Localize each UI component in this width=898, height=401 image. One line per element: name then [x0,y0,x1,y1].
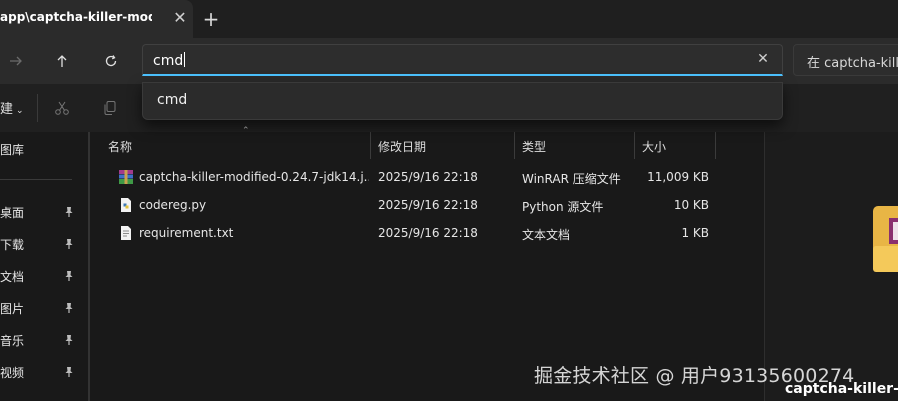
file-modified: 2025/9/16 22:18 [378,226,478,240]
arrow-up-icon[interactable] [48,48,76,74]
search-input[interactable]: 在 captcha-kille [793,44,898,76]
file-modified: 2025/9/16 22:18 [378,170,478,184]
pin-icon[interactable] [63,270,75,282]
tab-active[interactable]: app\captcha-killer-modifie ✕ [0,0,193,38]
table-row[interactable]: codereg.py 2025/9/16 22:18 Python 源文件 10… [101,192,764,220]
column-header-label: 名称 [108,140,133,154]
file-name: captcha-killer-modified-0.24.7-jdk14.j..… [139,170,369,184]
new-button-label: 建 [0,102,14,117]
sidebar-item-label: 音乐 [0,334,25,348]
sidebar-item-label: 下载 [0,238,25,252]
address-bar-row: cmd ✕ 在 captcha-kille [0,38,898,84]
file-modified: 2025/9/16 22:18 [378,198,478,212]
column-header-label: 大小 [642,140,667,154]
search-placeholder: 在 captcha-kille [807,56,898,71]
column-header-size[interactable]: 大小 [635,132,716,159]
address-value: cmd [153,53,184,69]
sidebar-item-music[interactable]: 音乐 [0,329,80,353]
pin-icon[interactable] [63,366,75,378]
sidebar-item-pictures[interactable]: 图片 [0,297,80,321]
table-row[interactable]: captcha-killer-modified-0.24.7-jdk14.j..… [101,164,764,192]
file-type: Python 源文件 [522,200,604,214]
python-file-icon [121,198,131,212]
sidebar-item-documents[interactable]: 文档 [0,265,80,289]
column-header-name[interactable]: 名称 [101,132,371,159]
file-size: 11,009 KB [647,170,709,184]
close-icon[interactable]: ✕ [170,8,190,28]
tab-title: app\captcha-killer-modifie [0,10,152,24]
file-name: requirement.txt [139,226,234,240]
sidebar-item-label: 视频 [0,366,25,380]
archive-icon [873,206,898,272]
suggestion-item[interactable]: cmd [157,92,187,108]
table-row[interactable]: requirement.txt 2025/9/16 22:18 文本文档 1 K… [101,220,764,248]
sidebar-item-gallery[interactable]: 图库 [0,138,80,162]
file-size: 10 KB [673,198,709,212]
column-header-label: 修改日期 [378,140,427,154]
file-type: WinRAR 压缩文件 [522,172,621,186]
plus-icon[interactable]: + [200,8,222,30]
column-header-modified[interactable]: 修改日期 [371,132,515,159]
sidebar-item-label: 文档 [0,270,25,284]
pin-icon[interactable] [63,302,75,314]
sidebar-item-desktop[interactable]: 桌面 [0,201,80,225]
tab-strip: app\captcha-killer-modifie ✕ + [0,0,898,38]
address-suggestions: cmd [142,82,783,120]
sidebar-item-label: 图库 [0,143,25,157]
arrow-right-icon[interactable] [2,48,30,74]
pin-icon[interactable] [63,206,75,218]
sidebar-item-downloads[interactable]: 下载 [0,233,80,257]
column-header-label: 类型 [522,140,547,154]
sidebar-item-label: 桌面 [0,206,25,220]
chevron-down-icon: ⌄ [16,106,24,116]
scissors-icon[interactable] [52,98,72,118]
file-name: codereg.py [139,198,207,212]
column-header-type[interactable]: 类型 [515,132,635,159]
navigation-pane: 图库 桌面 下载 文档 图片 音乐 视频 [0,132,90,401]
sidebar-scrollbar[interactable] [88,132,90,401]
watermark: 掘金技术社区 @ 用户93135600274 [534,365,855,387]
copy-icon[interactable] [100,98,120,118]
sidebar-item-videos[interactable]: 视频 [0,361,80,385]
refresh-icon[interactable] [97,48,125,74]
pin-icon[interactable] [63,238,75,250]
address-input[interactable]: cmd ✕ [142,44,783,76]
sidebar-item-label: 图片 [0,302,25,316]
address-input-text: cmd [153,52,186,69]
file-size: 1 KB [681,226,709,240]
text-caret [184,52,186,67]
pin-icon[interactable] [63,334,75,346]
file-type: 文本文档 [522,228,571,242]
text-file-icon [121,226,131,240]
archive-icon [119,170,133,184]
new-button[interactable]: 建 ⌄ [0,98,24,117]
sidebar-divider [0,179,72,180]
toolbar-divider [37,94,38,122]
close-icon[interactable]: ✕ [754,50,772,68]
